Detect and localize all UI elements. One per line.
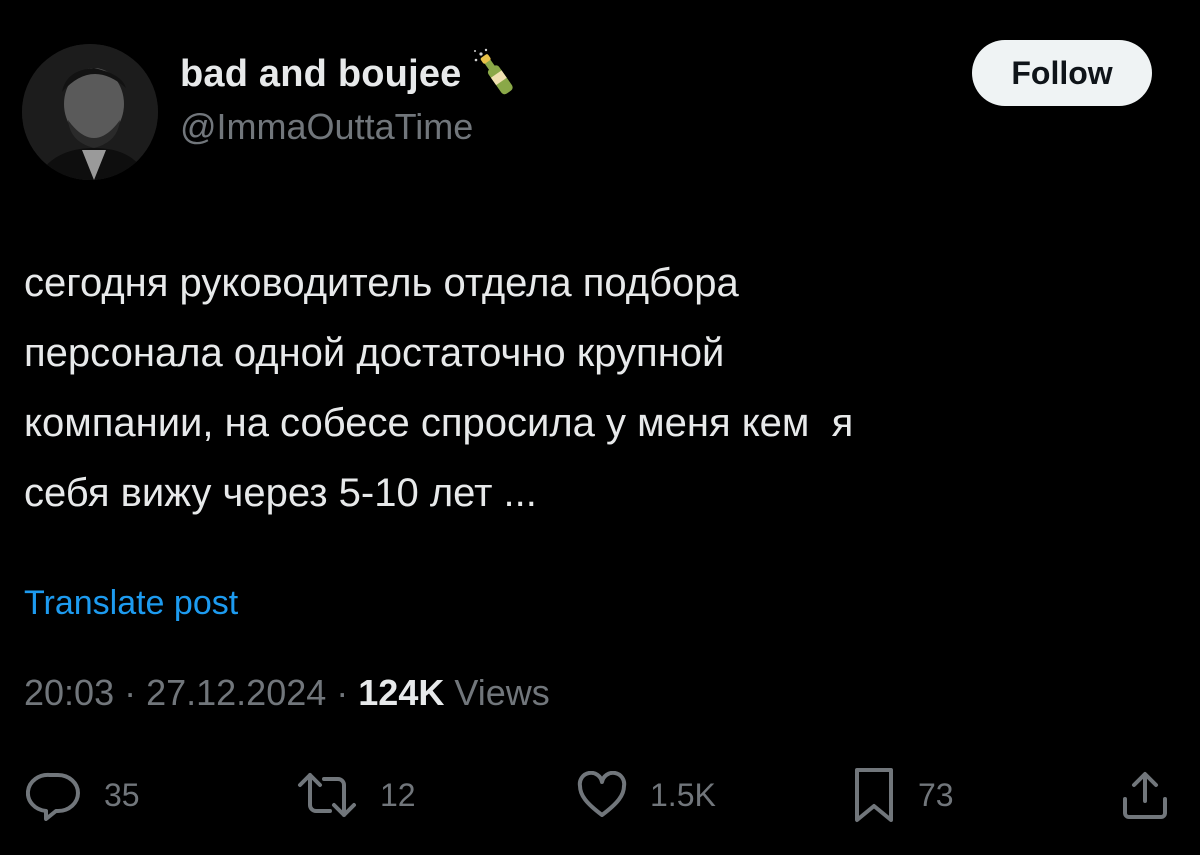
post-text: сегодня руководитель отдела подбора перс… <box>24 248 1154 528</box>
follow-button[interactable]: Follow <box>972 40 1152 106</box>
tweet-card: bad and boujee @ImmaOuttaTime Follow сег… <box>0 0 1200 855</box>
share-button[interactable] <box>1120 760 1170 830</box>
avatar[interactable] <box>22 44 158 180</box>
repost-button[interactable]: 12 <box>296 760 416 830</box>
post-time[interactable]: 20:03 <box>24 672 114 713</box>
post-meta: 20:03 · 27.12.2024 · 124K Views <box>24 672 550 714</box>
meta-separator: · <box>114 672 147 713</box>
author-name-row[interactable]: bad and boujee <box>180 48 522 100</box>
post-date[interactable]: 27.12.2024 <box>146 672 326 713</box>
bookmark-count: 73 <box>918 776 954 813</box>
meta-separator: · <box>326 672 359 713</box>
views-label: Views <box>444 672 550 713</box>
reply-count: 35 <box>104 776 140 813</box>
avatar-photo <box>22 44 158 180</box>
display-name[interactable]: bad and boujee <box>180 53 462 96</box>
post-text-line: сегодня руководитель отдела подбора <box>24 261 739 305</box>
action-bar: 35 12 1.5K 73 <box>0 760 1200 830</box>
reply-icon <box>26 772 80 821</box>
bookmark-button[interactable]: 73 <box>852 760 954 830</box>
bookmark-icon <box>855 768 893 822</box>
like-button[interactable]: 1.5K <box>576 760 716 830</box>
repost-count: 12 <box>380 776 416 813</box>
post-text-line: себя вижу через 5-10 лет ... <box>24 471 537 515</box>
views-count: 124K <box>358 672 445 713</box>
heart-icon <box>577 771 627 817</box>
champagne-bottle-icon <box>472 48 522 100</box>
post-text-line: компании, на собесе спросила у меня кем … <box>24 401 854 445</box>
repost-icon <box>298 773 356 817</box>
post-text-line: персонала одной достаточно крупной <box>24 331 725 375</box>
author-handle[interactable]: @ImmaOuttaTime <box>180 106 473 148</box>
reply-button[interactable]: 35 <box>26 760 140 830</box>
like-count: 1.5K <box>650 776 716 813</box>
translate-post-link[interactable]: Translate post <box>24 584 238 623</box>
share-icon <box>1123 772 1167 819</box>
